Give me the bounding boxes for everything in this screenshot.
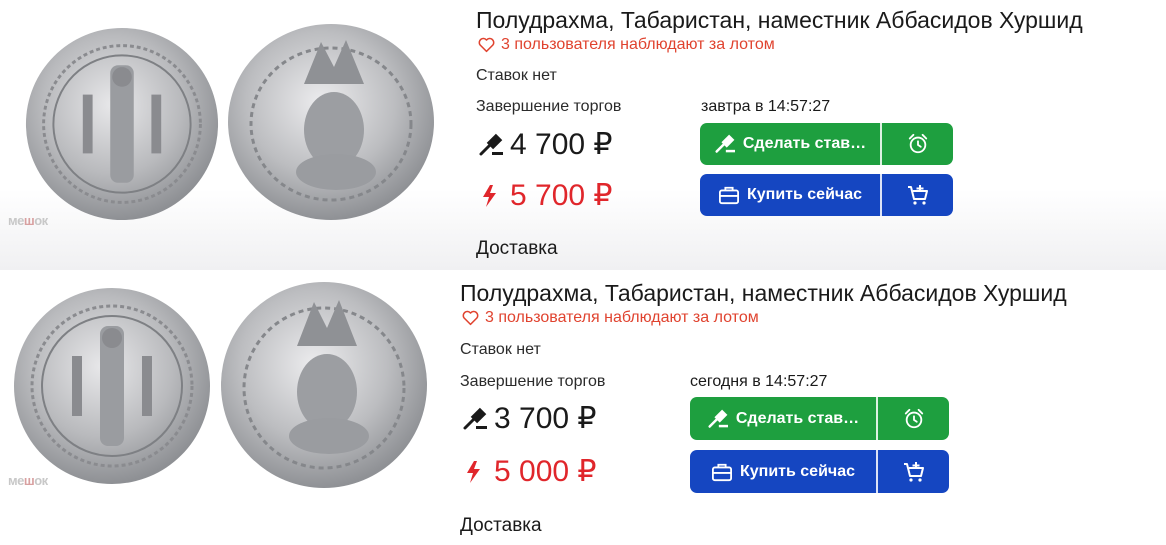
place-bid-label: Сделать став… — [735, 409, 860, 427]
gavel-icon — [708, 409, 728, 428]
watermark-logo: мешок — [8, 213, 48, 228]
briefcase-icon — [712, 463, 732, 481]
buy-now-main[interactable]: Купить сейчас — [700, 174, 880, 216]
place-bid-button[interactable]: Сделать став… — [700, 123, 953, 165]
watchers-text: 3 пользователя наблюдают за лотом — [501, 36, 775, 53]
lightning-icon — [483, 184, 496, 207]
end-time: завтра в 14:57:27 — [701, 98, 831, 115]
add-to-cart-icon — [903, 461, 924, 482]
buy-now-main[interactable]: Купить сейчас — [690, 450, 876, 493]
delivery-heading[interactable]: Доставка — [476, 238, 558, 260]
delivery-heading[interactable]: Доставка — [460, 515, 542, 537]
lot-card-2: мешок Полудрахма, Табаристан, наместник … — [0, 270, 1166, 545]
bids-count: Ставок нет — [460, 341, 541, 358]
heart-icon — [478, 37, 495, 53]
buy-now-price: 5 700 ₽ — [478, 178, 613, 213]
buy-now-label: Купить сейчас — [747, 186, 862, 203]
current-price: 3 700 ₽ — [462, 401, 597, 436]
add-to-cart-button[interactable] — [876, 450, 949, 493]
end-label: Завершение торгов — [460, 373, 606, 390]
reminder-button[interactable] — [876, 397, 949, 440]
bids-count: Ставок нет — [476, 67, 557, 84]
current-price-value: 3 700 ₽ — [494, 402, 597, 435]
end-time: сегодня в 14:57:27 — [690, 373, 828, 390]
buy-now-label: Купить сейчас — [740, 462, 855, 480]
lot-photo[interactable]: мешок — [0, 280, 430, 495]
reminder-button[interactable] — [880, 123, 953, 165]
watchers-text: 3 пользователя наблюдают за лотом — [485, 309, 759, 326]
watermark-logo: мешок — [8, 473, 48, 488]
coin-obverse-image — [218, 280, 430, 490]
coin-obverse-image — [226, 22, 436, 222]
add-to-cart-icon — [907, 185, 928, 205]
place-bid-main[interactable]: Сделать став… — [700, 123, 880, 165]
gavel-icon — [463, 407, 487, 429]
heart-icon — [462, 310, 479, 326]
end-label: Завершение торгов — [476, 98, 622, 115]
coin-reverse-image — [12, 286, 212, 486]
current-price-value: 4 700 ₽ — [510, 128, 613, 161]
watchers-link[interactable]: 3 пользователя наблюдают за лотом — [462, 309, 759, 327]
coin-reverse-image — [22, 26, 222, 222]
briefcase-icon — [719, 186, 739, 205]
lightning-icon — [467, 460, 480, 483]
lot-card-1: мешок Полудрахма, Табаристан, наместник … — [0, 0, 1166, 270]
alarm-clock-icon — [904, 408, 923, 428]
add-to-cart-button[interactable] — [880, 174, 953, 216]
lot-title[interactable]: Полудрахма, Табаристан, наместник Аббаси… — [476, 7, 1083, 34]
current-price: 4 700 ₽ — [478, 127, 613, 162]
gavel-icon — [715, 134, 735, 153]
buy-now-button[interactable]: Купить сейчас — [690, 450, 949, 493]
buy-now-price-value: 5 700 ₽ — [510, 179, 613, 212]
place-bid-label: Сделать став… — [742, 135, 867, 152]
place-bid-button[interactable]: Сделать став… — [690, 397, 949, 440]
buy-now-price: 5 000 ₽ — [462, 454, 597, 489]
lot-photo[interactable]: мешок — [0, 0, 440, 240]
buy-now-price-value: 5 000 ₽ — [494, 455, 597, 488]
lot-title[interactable]: Полудрахма, Табаристан, наместник Аббаси… — [460, 280, 1067, 307]
place-bid-main[interactable]: Сделать став… — [690, 397, 876, 440]
alarm-clock-icon — [908, 133, 927, 154]
buy-now-button[interactable]: Купить сейчас — [700, 174, 953, 216]
gavel-icon — [479, 133, 503, 155]
watchers-link[interactable]: 3 пользователя наблюдают за лотом — [478, 36, 775, 54]
